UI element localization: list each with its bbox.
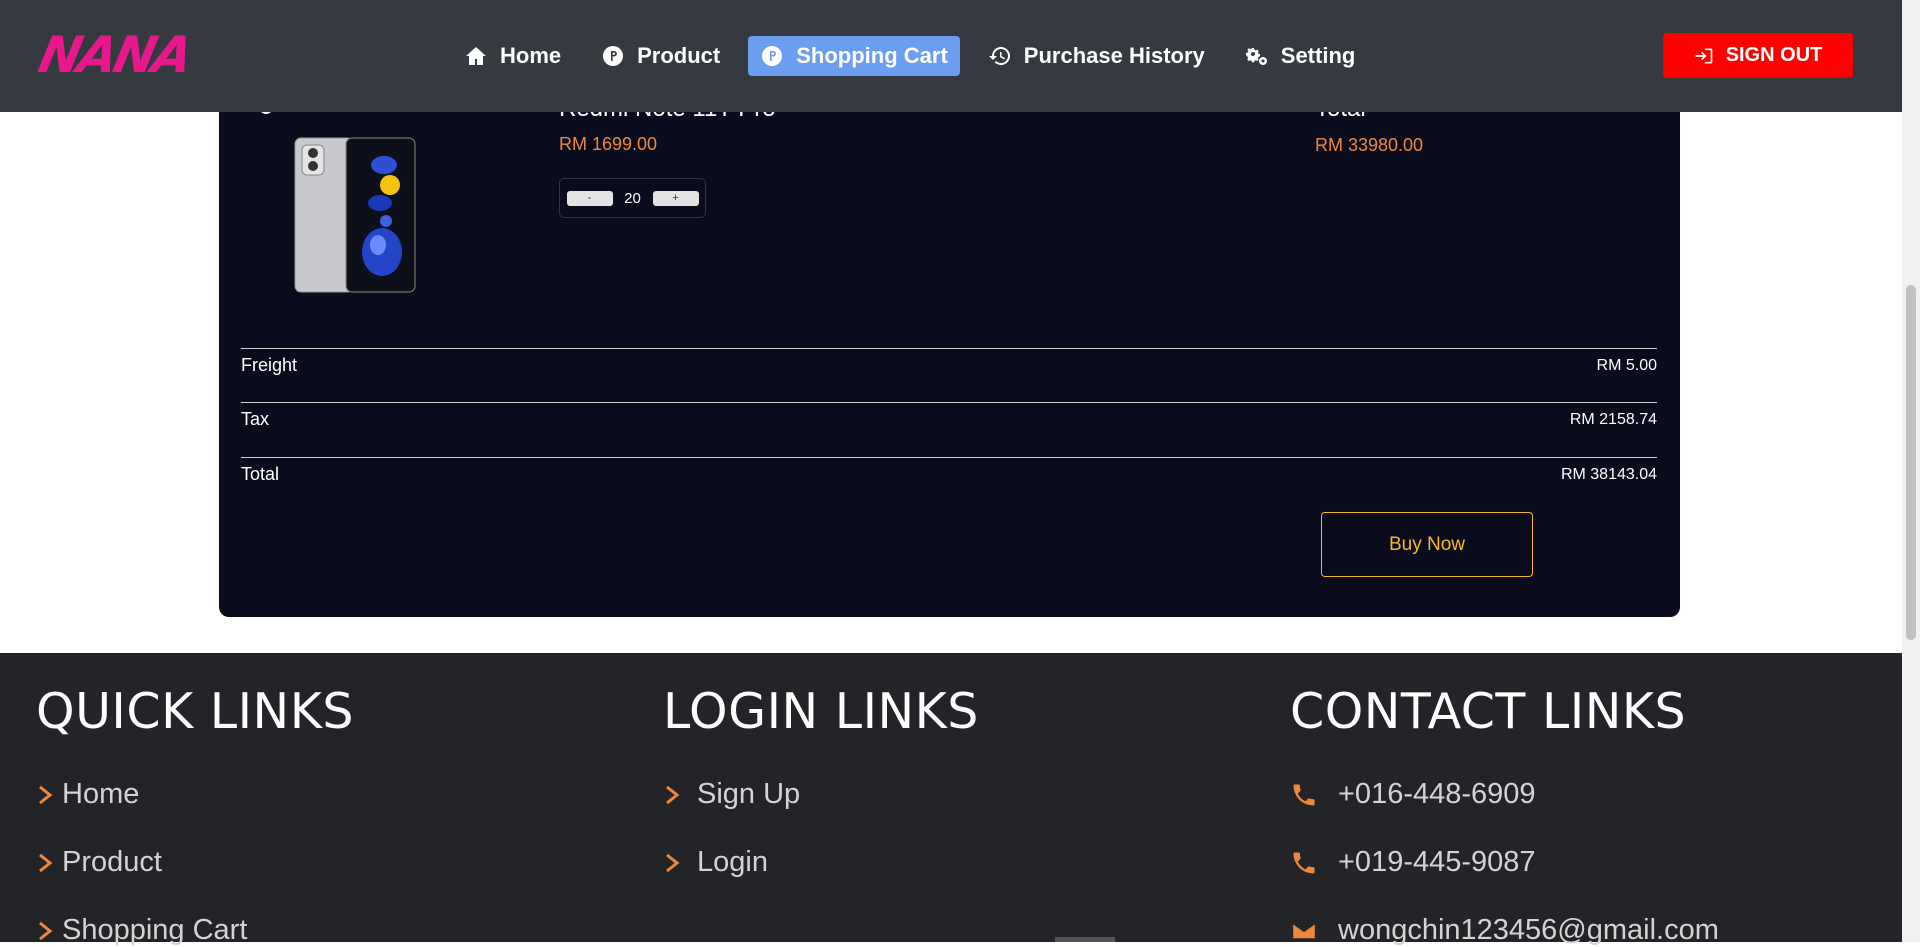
increase-quantity-button[interactable]: +: [652, 190, 699, 206]
top-navbar: NANA Home Product Shopping Cart Purchase…: [0, 0, 1920, 112]
footer-link-product[interactable]: Product: [36, 846, 162, 879]
nav-product[interactable]: Product: [589, 36, 732, 76]
summary-label: Tax: [241, 409, 270, 429]
quantity-value: 20: [624, 189, 641, 207]
contact-phone-1[interactable]: +016-448-6909: [1290, 778, 1536, 811]
sign-out-button[interactable]: SIGN OUT: [1663, 33, 1853, 78]
product-unit-price: RM 1699.00: [559, 134, 658, 154]
contact-links-heading: CONTACT LINKS: [1290, 683, 1687, 740]
buy-now-button[interactable]: Buy Now: [1321, 512, 1533, 577]
chevron-right-icon: [39, 785, 53, 804]
contact-email-text: wongchin123456@gmail.com: [1338, 914, 1719, 946]
history-icon: [988, 47, 1010, 65]
contact-phone-text: +016-448-6909: [1338, 778, 1536, 810]
site-footer: QUICK LINKS Home Product Shopping Cart L…: [0, 653, 1920, 946]
summary-label: Total: [241, 464, 280, 484]
product-image: [294, 137, 416, 293]
footer-link-label: Sign Up: [697, 778, 801, 810]
nav-home-label: Home: [500, 43, 562, 68]
footer-link-label: Shopping Cart: [62, 914, 248, 946]
footer-link-shopping-cart[interactable]: Shopping Cart: [36, 914, 247, 947]
footer-link-label: Login: [697, 846, 768, 878]
phone-icon: [1293, 784, 1315, 805]
sign-in-arrow-icon: [1695, 48, 1712, 63]
login-links-column: LOGIN LINKS Sign Up Login: [663, 683, 979, 878]
brand-logo[interactable]: NANA: [34, 26, 195, 84]
nav-shopping-cart-label: Shopping Cart: [796, 43, 948, 68]
home-icon: [466, 47, 486, 65]
bottom-handle: [1055, 937, 1115, 942]
login-links-heading: LOGIN LINKS: [663, 683, 979, 740]
main-nav: Home Product Shopping Cart Purchase Hist…: [452, 35, 1367, 77]
nav-purchase-history-label: Purchase History: [1023, 43, 1205, 68]
contact-phone-text: +019-445-9087: [1338, 846, 1536, 878]
nav-setting-label: Setting: [1280, 43, 1356, 68]
chevron-right-icon: [39, 921, 53, 940]
product-icon: [603, 46, 624, 66]
item-total-price: RM 33980.00: [1315, 135, 1424, 155]
footer-link-home[interactable]: Home: [36, 778, 139, 811]
summary-value: RM 2158.74: [1569, 411, 1657, 428]
footer-link-login[interactable]: Login: [663, 846, 768, 879]
sign-out-label: SIGN OUT: [1725, 44, 1823, 66]
contact-phone-2[interactable]: +019-445-9087: [1290, 846, 1536, 879]
decrease-quantity-button[interactable]: -: [566, 190, 613, 206]
contact-links-column: CONTACT LINKS +016-448-6909 +019-445-908…: [1290, 683, 1719, 946]
nav-purchase-history[interactable]: Purchase History: [976, 36, 1217, 76]
footer-link-label: Home: [62, 778, 140, 810]
chevron-right-icon: [666, 785, 680, 804]
summary-row-total: Total RM 38143.04: [241, 457, 1657, 511]
scrollbar-thumb[interactable]: [1906, 285, 1916, 640]
chevron-right-icon: [39, 853, 53, 872]
cart-panel: Redmi Note 11T Pro RM 1699.00 - 20 + Tot…: [219, 60, 1680, 617]
phone-icon: [1293, 852, 1315, 873]
quantity-stepper: - 20 +: [559, 178, 706, 218]
nav-setting[interactable]: Setting: [1233, 36, 1368, 76]
summary-value: RM 5.00: [1596, 357, 1657, 374]
cart-icon: [762, 46, 783, 66]
quick-links-column: QUICK LINKS Home Product Shopping Cart: [36, 683, 354, 946]
contact-email[interactable]: wongchin123456@gmail.com: [1290, 914, 1719, 947]
summary-label: Freight: [241, 355, 298, 375]
footer-link-sign-up[interactable]: Sign Up: [663, 778, 800, 811]
page-scrollbar[interactable]: [1902, 0, 1920, 942]
summary-value: RM 38143.04: [1560, 466, 1657, 483]
envelope-icon: [1291, 921, 1317, 940]
summary-row-freight: Freight RM 5.00: [241, 348, 1657, 402]
nav-shopping-cart[interactable]: Shopping Cart: [748, 36, 960, 76]
footer-link-label: Product: [62, 846, 162, 878]
gears-icon: [1245, 48, 1267, 65]
nav-home[interactable]: Home: [452, 36, 573, 76]
chevron-right-icon: [666, 853, 680, 872]
quick-links-heading: QUICK LINKS: [36, 683, 354, 740]
nav-product-label: Product: [637, 43, 721, 68]
summary-row-tax: Tax RM 2158.74: [241, 402, 1657, 456]
